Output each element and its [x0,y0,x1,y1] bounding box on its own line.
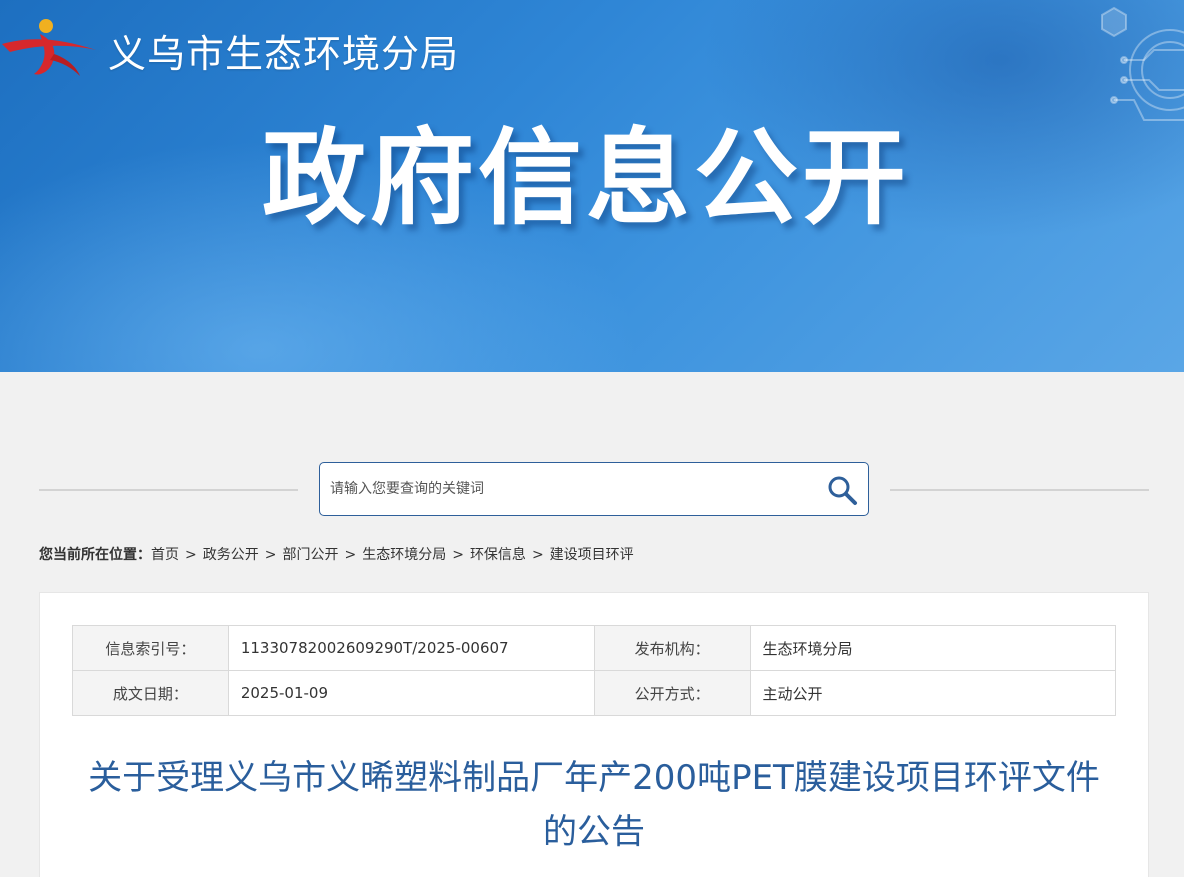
breadcrumb-separator: > [344,547,357,563]
content-panel: 信息索引号： 11330782002609290T/2025-00607 发布机… [39,592,1149,877]
site-logo-icon [2,19,96,76]
document-title-line1: 关于受理义乌市义晞塑料制品厂年产200吨PET膜建设项目环评文件 [88,758,1100,798]
date-value: 2025-01-09 [227,670,595,716]
header-banner: 义乌市生态环境分局 政府信息公开 [0,0,1184,372]
info-meta-table: 信息索引号： 11330782002609290T/2025-00607 发布机… [72,625,1116,716]
site-name[interactable]: 义乌市生态环境分局 [108,30,459,78]
circuit-decoration [1101,6,1184,121]
publisher-value: 生态环境分局 [749,625,1116,671]
hero-title: 政府信息公开 [262,117,911,239]
breadcrumb-separator: > [452,547,464,563]
document-title: 关于受理义乌市义晞塑料制品厂年产200吨PET膜建设项目环评文件 的公告 [72,751,1116,859]
breadcrumb-eia[interactable]: 建设项目环评 [550,547,634,563]
breadcrumb-home[interactable]: 首页 [151,547,179,563]
search-input[interactable] [330,473,810,505]
search-divider-left [39,489,298,491]
disclosure-method-value: 主动公开 [749,670,1116,716]
table-row: 信息索引号： 11330782002609290T/2025-00607 发布机… [72,625,1116,671]
index-number-label: 信息索引号： [72,625,229,671]
publisher-label: 发布机构： [593,625,751,671]
breadcrumb-separator: > [264,547,277,563]
breadcrumb-lead: 您当前所在位置： [39,547,151,563]
document-title-line2: 的公告 [543,812,645,852]
breadcrumb-separator: > [531,547,544,563]
search-icon[interactable] [826,474,858,506]
search-box [319,462,869,516]
breadcrumb: 您当前所在位置：首页 > 政务公开 > 部门公开 > 生态环境分局 > 环保信息 > 建设项目环评 [39,545,634,565]
breadcrumb-separator: > [185,547,197,563]
search-divider-right [890,489,1149,491]
index-number-value: 11330782002609290T/2025-00607 [227,625,595,671]
breadcrumb-government-affairs[interactable]: 政务公开 [203,547,259,563]
table-row: 成文日期： 2025-01-09 公开方式： 主动公开 [72,670,1116,716]
breadcrumb-ecology-bureau[interactable]: 生态环境分局 [362,547,446,563]
breadcrumb-env-info[interactable]: 环保信息 [470,547,526,563]
date-label: 成文日期： [72,670,229,716]
disclosure-method-label: 公开方式： [593,670,751,716]
breadcrumb-department[interactable]: 部门公开 [282,547,338,563]
